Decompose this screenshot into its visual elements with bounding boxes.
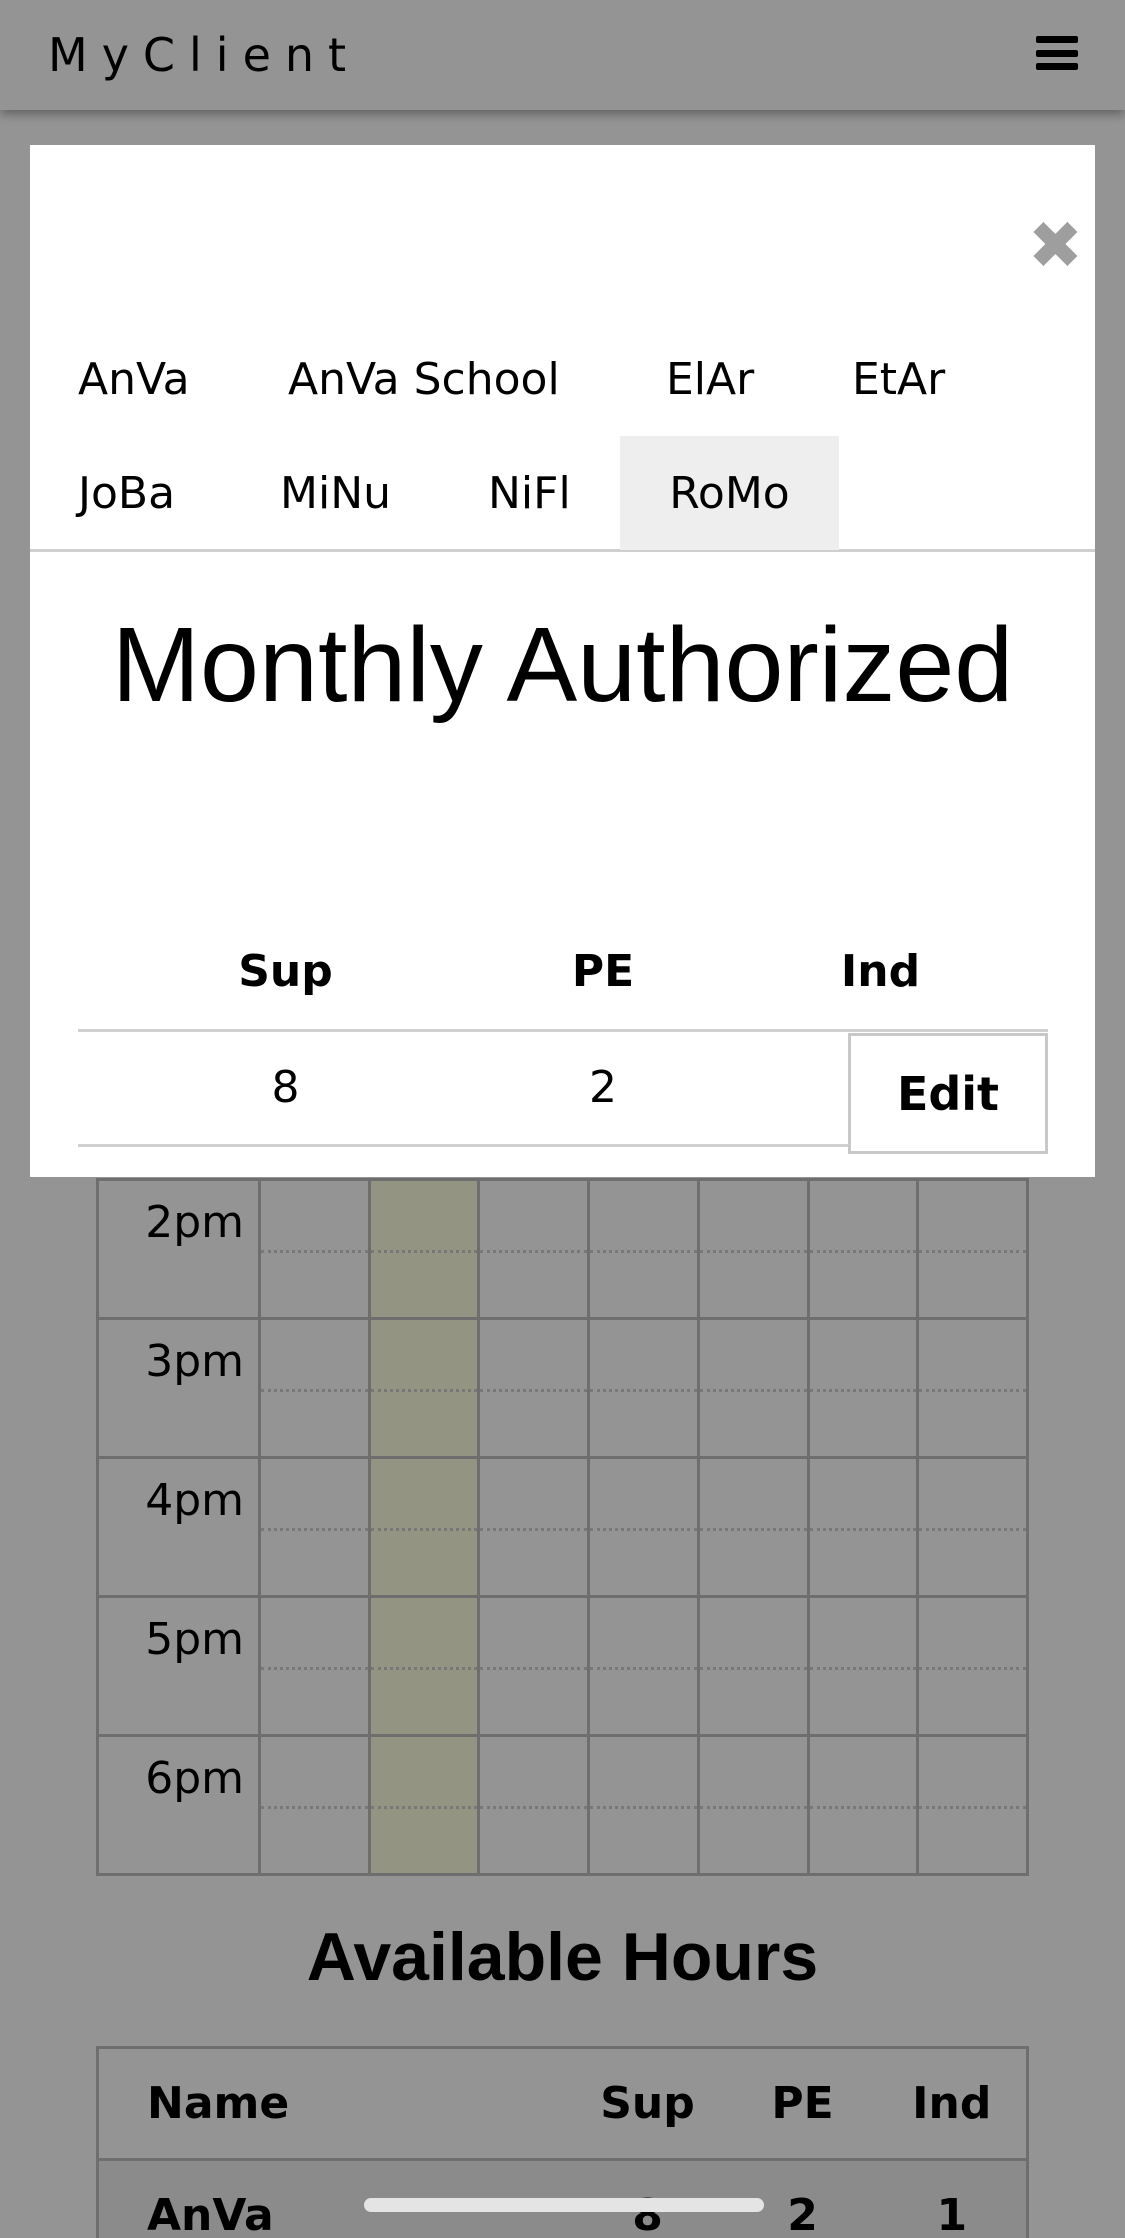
edit-button[interactable]: Edit — [848, 1033, 1048, 1154]
value-pe: 2 — [493, 1030, 713, 1147]
tab-anva-school[interactable]: AnVa School — [240, 322, 608, 436]
value-sup: 8 — [78, 1030, 493, 1147]
column-header-pe: PE — [493, 915, 713, 1032]
authorization-modal: ✖ AnVa AnVa School ElAr EtAr JoBa MiNu N… — [30, 145, 1095, 1177]
tab-romo[interactable]: RoMo — [620, 436, 839, 550]
modal-title: Monthly Authorized — [111, 606, 1014, 724]
column-header-ind: Ind — [713, 915, 1048, 1032]
tab-minu[interactable]: MiNu — [232, 436, 439, 550]
close-icon[interactable]: ✖ — [1028, 213, 1083, 279]
column-header-sup: Sup — [78, 915, 493, 1032]
tab-nifl[interactable]: NiFl — [440, 436, 619, 550]
tab-elar[interactable]: ElAr — [618, 322, 802, 436]
client-tabs: AnVa AnVa School ElAr EtAr JoBa MiNu NiF… — [30, 322, 1095, 552]
tab-anva[interactable]: AnVa — [30, 322, 238, 436]
home-indicator[interactable] — [364, 2198, 764, 2212]
tab-joba[interactable]: JoBa — [30, 436, 223, 550]
table-header-row: Sup PE Ind — [78, 915, 1048, 1032]
tab-etar[interactable]: EtAr — [804, 322, 993, 436]
